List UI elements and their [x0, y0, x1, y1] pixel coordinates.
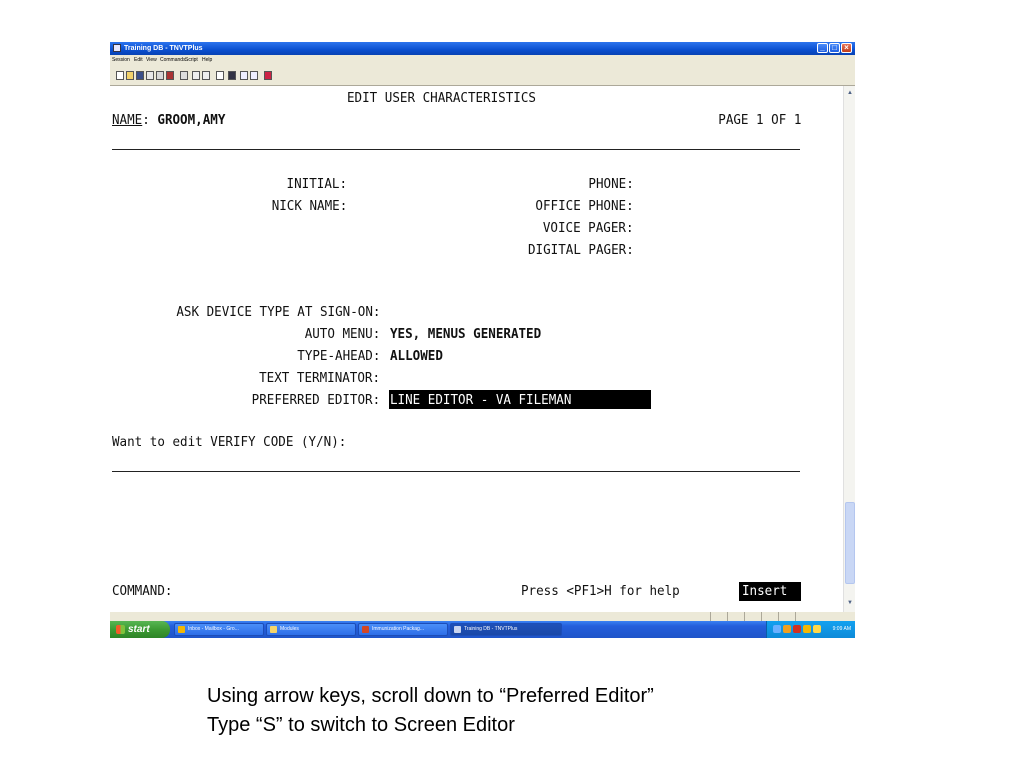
- insert-mode-label: Insert: [742, 583, 788, 599]
- task-outlook[interactable]: Inbox - Mailbox - Gro...: [174, 623, 264, 636]
- powerpoint-icon: [362, 626, 369, 633]
- network-icon[interactable]: [773, 625, 781, 633]
- terminal-screen[interactable]: EDIT USER CHARACTERISTICS NAME: GROOM,AM…: [110, 86, 843, 612]
- keyboard-icon[interactable]: [228, 71, 236, 80]
- instruction-caption: Using arrow keys, scroll down to “Prefer…: [207, 682, 654, 740]
- ask-device-label: ASK DEVICE TYPE AT SIGN-ON:: [175, 304, 380, 320]
- name-label: NAME: [112, 112, 143, 128]
- office-phone-label: OFFICE PHONE:: [535, 198, 634, 214]
- app-icon: [113, 44, 121, 52]
- auto-menu-value: YES, MENUS GENERATED: [390, 326, 542, 342]
- help-hint: Press <PF1>H for help: [521, 583, 680, 599]
- status-cell: [727, 612, 745, 621]
- clock[interactable]: 9:09 AM: [833, 625, 851, 633]
- title-bar[interactable]: Training DB - TNVTPlus _ □ ×: [110, 42, 855, 55]
- taskbar: start Inbox - Mailbox - Gro... Modules I…: [110, 621, 855, 638]
- verify-code-prompt: Want to edit VERIFY CODE (Y/N):: [112, 434, 347, 450]
- security-icon[interactable]: [783, 625, 791, 633]
- menu-help[interactable]: Help: [202, 56, 212, 64]
- task-training-db[interactable]: Training DB - TNVTPlus: [450, 623, 562, 636]
- insert-mode-indicator: Insert: [739, 582, 801, 601]
- script-run-icon[interactable]: [240, 71, 248, 80]
- menu-script[interactable]: Script: [185, 56, 198, 64]
- text-terminator-label: TEXT TERMINATOR:: [259, 370, 380, 386]
- preferred-editor-label: PREFERRED EDITOR:: [251, 392, 380, 408]
- name-separator: :: [142, 112, 150, 128]
- scroll-thumb[interactable]: [845, 502, 855, 584]
- outlook-tray-icon[interactable]: [803, 625, 811, 633]
- folder-icon: [270, 626, 277, 633]
- antivirus-icon[interactable]: [793, 625, 801, 633]
- page-indicator: PAGE 1 OF 1: [717, 112, 801, 128]
- minimize-button[interactable]: _: [817, 43, 828, 53]
- phone-label: PHONE:: [588, 176, 634, 192]
- open-icon[interactable]: [126, 71, 134, 80]
- menu-commands[interactable]: Commands: [160, 56, 186, 64]
- close-button[interactable]: ×: [841, 43, 852, 53]
- disconnect-icon[interactable]: [166, 71, 174, 80]
- status-cell: [795, 612, 813, 621]
- screen-title: EDIT USER CHARACTERISTICS: [347, 90, 536, 106]
- terminal-icon: [454, 626, 461, 633]
- task-label: Training DB - TNVTPlus: [464, 626, 518, 632]
- menu-bar: Session Edit View Commands Script Help: [110, 55, 855, 66]
- scroll-down-icon[interactable]: ▼: [845, 598, 855, 608]
- caption-line-2: Type “S” to switch to Screen Editor: [207, 714, 515, 736]
- status-cell: [778, 612, 796, 621]
- status-cell: [761, 612, 779, 621]
- initial-label: INITIAL:: [286, 176, 347, 192]
- auto-menu-label: AUTO MENU:: [304, 326, 380, 342]
- header-divider: [112, 149, 800, 150]
- save-icon[interactable]: [136, 71, 144, 80]
- toolbar: [110, 66, 855, 86]
- system-tray: 9:09 AM: [766, 621, 855, 638]
- connect-icon[interactable]: [156, 71, 164, 80]
- task-immunization[interactable]: Immunization Packag...: [358, 623, 448, 636]
- outlook-icon: [178, 626, 185, 633]
- type-ahead-label: TYPE-AHEAD:: [296, 348, 380, 364]
- new-session-icon[interactable]: [116, 71, 124, 80]
- preferred-editor-field[interactable]: LINE EDITOR - VA FILEMAN: [389, 390, 651, 409]
- notification-icon[interactable]: [813, 625, 821, 633]
- task-label: Modules: [280, 626, 299, 632]
- voice-pager-label: VOICE PAGER:: [543, 220, 634, 236]
- status-strip: [110, 612, 855, 621]
- properties-icon[interactable]: [146, 71, 154, 80]
- menu-session[interactable]: Session: [112, 56, 130, 64]
- window-icon[interactable]: [216, 71, 224, 80]
- script-record-icon[interactable]: [250, 71, 258, 80]
- window-title: Training DB - TNVTPlus: [124, 45, 203, 52]
- name-value: GROOM,AMY: [157, 112, 226, 128]
- nickname-label: NICK NAME:: [271, 198, 347, 214]
- command-label[interactable]: COMMAND:: [112, 583, 172, 599]
- task-label: Immunization Packag...: [372, 626, 424, 632]
- caption-line-1: Using arrow keys, scroll down to “Prefer…: [207, 685, 654, 707]
- name-row: NAME: GROOM,AMY: [112, 112, 225, 128]
- type-ahead-value: ALLOWED: [390, 348, 443, 364]
- paste-icon[interactable]: [202, 71, 210, 80]
- copy-icon[interactable]: [192, 71, 200, 80]
- task-modules[interactable]: Modules: [266, 623, 356, 636]
- print-icon[interactable]: [180, 71, 188, 80]
- status-cell: [710, 612, 728, 621]
- status-cell: [744, 612, 762, 621]
- windows-logo-icon: [116, 625, 125, 634]
- vertical-scrollbar[interactable]: ▲ ▼: [843, 86, 855, 612]
- menu-edit[interactable]: Edit: [134, 56, 143, 64]
- digital-pager-label: DIGITAL PAGER:: [528, 242, 634, 258]
- menu-view[interactable]: View: [146, 56, 157, 64]
- maximize-button[interactable]: □: [829, 43, 840, 53]
- task-label: Inbox - Mailbox - Gro...: [188, 626, 239, 632]
- stop-icon[interactable]: [264, 71, 272, 80]
- form-divider: [112, 471, 800, 472]
- scroll-up-icon[interactable]: ▲: [845, 88, 855, 98]
- preferred-editor-value: LINE EDITOR - VA FILEMAN: [390, 392, 572, 408]
- start-label: start: [128, 624, 150, 635]
- start-button[interactable]: start: [110, 621, 170, 638]
